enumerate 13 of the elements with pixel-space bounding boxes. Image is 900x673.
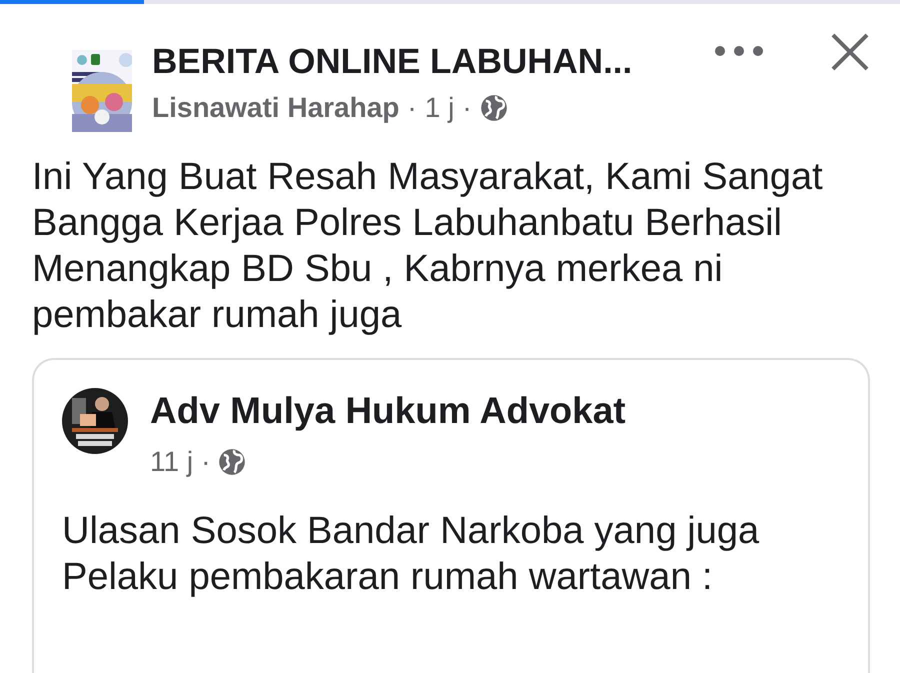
more-icon[interactable]: [714, 45, 764, 57]
page-name[interactable]: Adv Mulya Hukum Advokat: [150, 390, 840, 432]
close-icon[interactable]: [830, 32, 870, 72]
post-text: Ini Yang Buat Resah Masyarakat, Kami Sangat Bangga Kerjaa Polres Labuhanbatu Berhasil Menangkap BD Sbu , Kabrnya merkea ni pembakar rumah juga: [32, 155, 824, 338]
post-time[interactable]: 1 j: [424, 92, 454, 124]
author-name[interactable]: Lisnawati Harahap: [152, 92, 400, 124]
shared-post-text: Ulasan Sosok Bandar Narkoba yang juga Pelaku pembakaran rumah wartawan :: [62, 509, 760, 600]
separator: ·: [201, 446, 210, 478]
shared-post-card[interactable]: Adv Mulya Hukum Advokat 11 j · Ulasan Sosok Bandar Narkoba yang juga Pelaku pembakaran rumah wartawan :: [32, 358, 870, 673]
group-name[interactable]: BERITA ONLINE LABUHAN...: [152, 42, 696, 82]
separator: ·: [462, 92, 472, 124]
post-time[interactable]: 11 j: [150, 446, 194, 478]
separator: ·: [407, 92, 417, 124]
